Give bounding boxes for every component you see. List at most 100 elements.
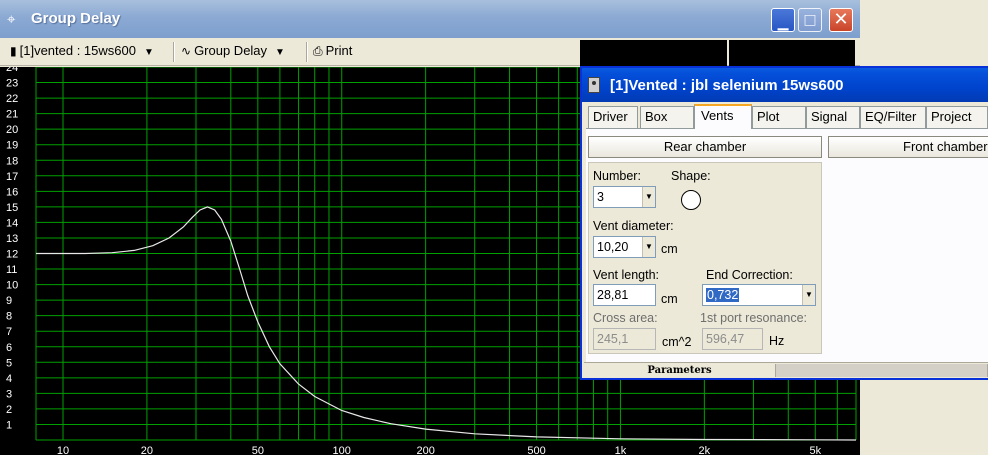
maximize-button[interactable]: □ [798,8,822,32]
printer-icon: ⎙ [313,44,323,58]
y-tick-label: 5 [6,357,12,369]
minimize-button[interactable]: ▁ [771,8,795,32]
chevron-down-icon[interactable]: ▼ [802,285,815,305]
y-tick-label: 8 [6,311,12,323]
x-tick-label: 500 [527,445,545,455]
project-selector-label: [1]vented : 15ws600 [19,43,136,58]
vent-length-label: Vent length: [593,268,660,282]
y-tick-label: 9 [6,295,12,307]
tab-label: Project [931,109,972,124]
y-tick-label: 6 [6,342,12,354]
y-tick-label: 14 [6,217,18,229]
y-tick-label: 24 [6,67,18,74]
port-resonance-value: 596,47 [706,332,745,346]
window-title: Group Delay [31,10,121,27]
parameters-status: Parameters [584,364,776,377]
y-tick-label: 19 [6,140,18,152]
speaker-icon [588,77,600,93]
x-tick-label: 100 [333,445,351,455]
port-resonance-unit: Hz [769,334,785,348]
print-label: Print [325,43,353,58]
end-correction-label: End Correction: [706,268,793,282]
circle-shape-icon[interactable] [681,190,701,210]
chevron-down-icon[interactable]: ▼ [642,237,655,257]
readout-box-left [580,40,727,66]
tab-label: EQ/Filter [865,109,917,124]
tab-label: Driver [593,109,628,124]
vent-diameter-label: Vent diameter: [593,219,674,233]
y-tick-label: 11 [6,264,17,276]
cross-area-field: 245,1 [593,328,656,350]
y-tick-label: 3 [6,388,12,400]
tab-driver[interactable]: Driver [588,106,638,128]
tab-signal[interactable]: Signal [806,106,860,128]
y-tick-label: 4 [6,373,12,385]
y-tick-label: 21 [6,109,18,121]
waveform-icon: ∿ [181,44,192,58]
tab-label: Box [645,109,668,124]
tab-eq-filter[interactable]: EQ/Filter [860,106,926,128]
y-tick-label: 12 [6,249,18,261]
x-tick-label: 200 [416,445,434,455]
print-button[interactable]: ⎙ Print [313,43,352,59]
front-chamber-button[interactable]: Front chamber [828,136,988,158]
tab-label: Plot [757,109,780,124]
number-value: 3 [597,190,604,204]
y-tick-label: 20 [6,124,18,136]
port-resonance-label: 1st port resonance: [700,311,808,325]
tab-label: Signal [811,109,848,124]
chevron-down-icon: ▼ [275,47,285,58]
close-icon: ✕ [833,9,849,30]
end-correction-select[interactable]: 0,732 ▼ [702,284,816,306]
number-select[interactable]: 3 ▼ [593,186,656,208]
chevron-down-icon[interactable]: ▼ [642,187,655,207]
y-tick-label: 15 [6,202,18,214]
y-tick-label: 23 [6,78,18,90]
graph-selector[interactable]: ∿ Group Delay ▼ [181,43,285,58]
project-selector[interactable]: ▮ [1]vented : 15ws600 ▼ [10,43,154,58]
y-tick-label: 2 [6,404,12,416]
vent-diameter-unit: cm [661,242,678,256]
y-tick-label: 13 [6,233,18,245]
title-bar[interactable]: ⌖ Group Delay ▁ □ ✕ [0,0,860,38]
rear-chamber-label: Rear chamber [663,139,747,154]
status-cell-empty [776,364,988,377]
tab-plot[interactable]: Plot [752,106,806,128]
cross-area-value: 245,1 [597,332,629,346]
number-label: Number: [593,169,641,183]
minimize-icon: ▁ [777,15,789,31]
x-tick-label: 1k [615,445,627,455]
tab-project[interactable]: Project [926,106,988,128]
tab-box[interactable]: Box [640,106,694,128]
vent-diameter-select[interactable]: 10,20 ▼ [593,236,656,258]
vent-length-input[interactable]: 28,81 [593,284,656,306]
chevron-down-icon: ▼ [143,47,154,58]
toolbar-separator [306,42,308,62]
port-resonance-field: 596,47 [702,328,763,350]
x-tick-label: 50 [252,445,264,455]
cross-area-label: Cross area: [593,311,658,325]
close-button[interactable]: ✕ [829,8,853,32]
y-tick-label: 16 [6,186,18,198]
y-tick-label: 18 [6,155,18,167]
vent-diameter-value: 10,20 [597,240,629,254]
dialog-title-bar[interactable]: [1]Vented : jbl selenium 15ws600 [582,68,988,102]
screen: ⌖ Group Delay ▁ □ ✕ ▮ [1]vented : 15ws600… [0,0,988,455]
y-tick-label: 17 [6,171,18,183]
x-tick-label: 20 [141,445,153,455]
readout-box-right [729,40,855,66]
toolbar-separator [173,42,175,62]
y-tick-label: 10 [6,280,18,292]
vent-length-unit: cm [661,292,678,306]
vented-dialog: [1]Vented : jbl selenium 15ws600 Driver … [580,66,988,380]
maximize-icon: □ [803,12,817,28]
end-correction-value: 0,732 [706,288,740,302]
rear-chamber-button[interactable]: Rear chamber [588,136,822,158]
x-tick-label: 10 [57,445,69,455]
tab-vents[interactable]: Vents [694,104,752,129]
y-tick-label: 1 [6,419,12,431]
crosshair-icon: ⌖ [7,10,16,28]
dialog-status-bar: Parameters [584,362,988,378]
y-tick-label: 22 [6,93,18,105]
speaker-icon: ▮ [10,44,17,58]
